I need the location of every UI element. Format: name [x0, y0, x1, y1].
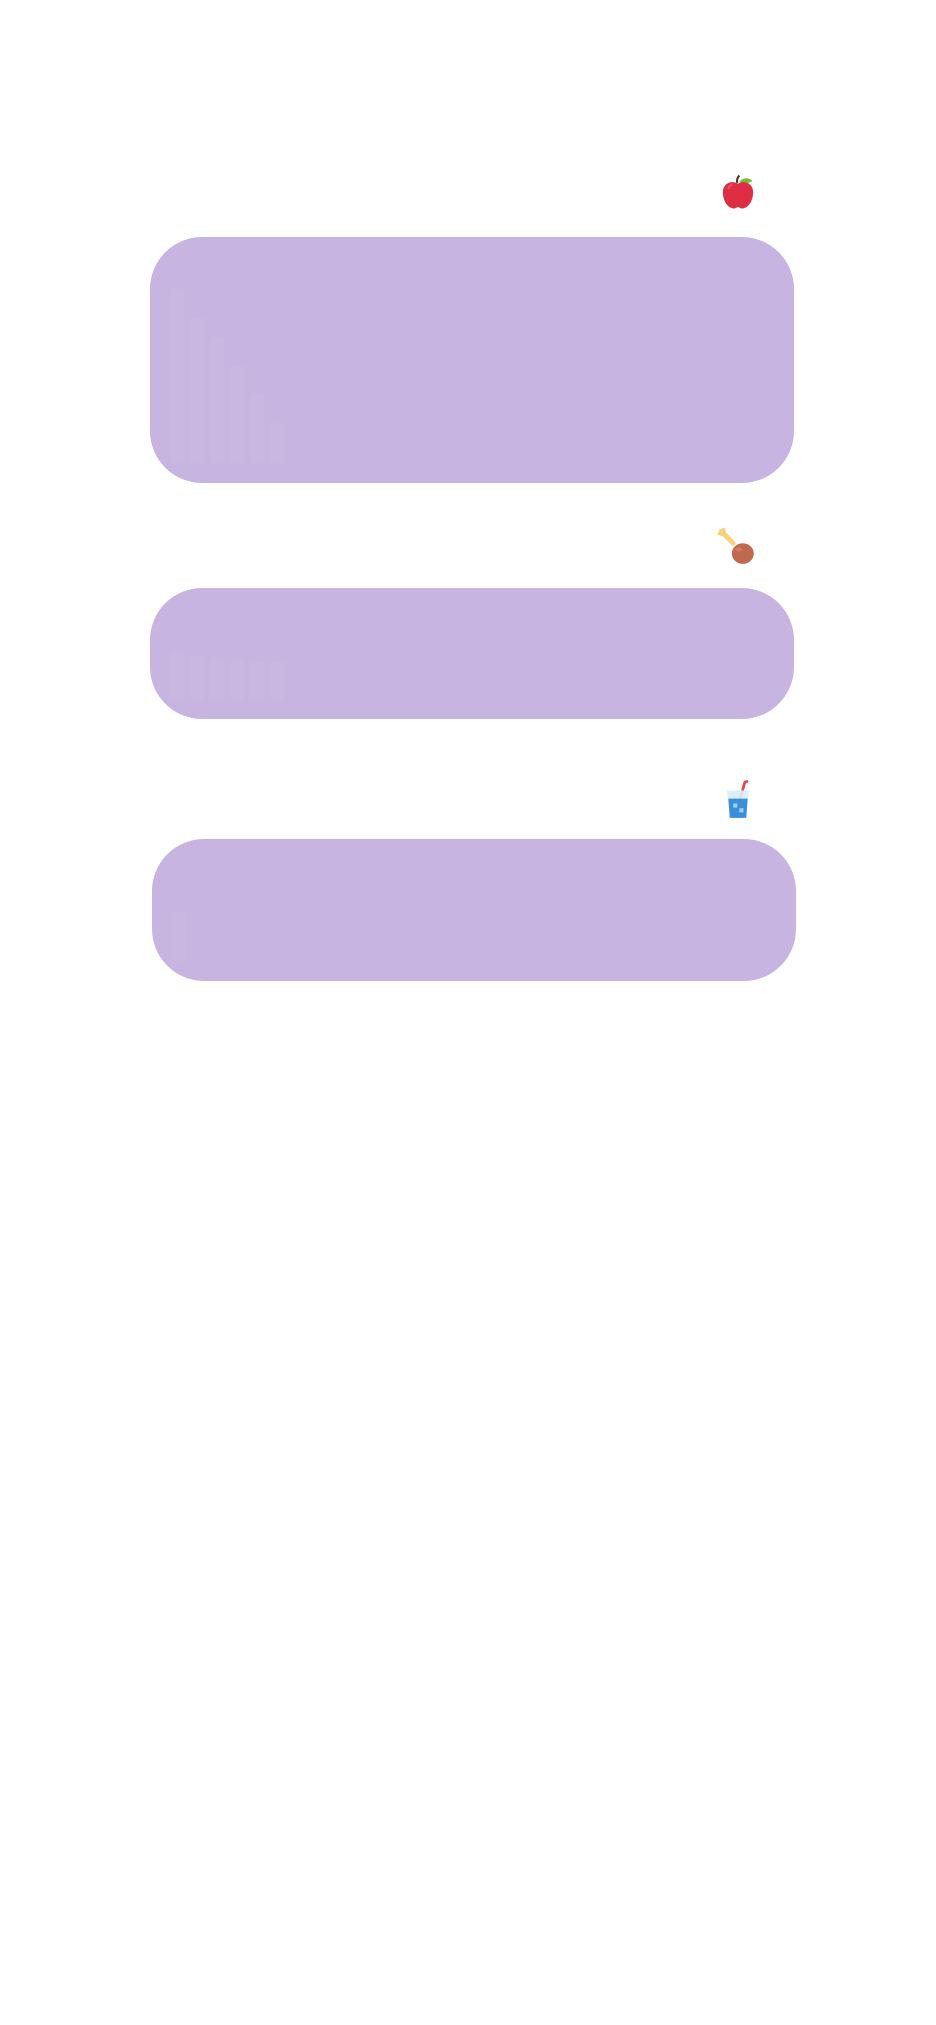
fruit-bars [170, 261, 774, 463]
fruit-bar [170, 289, 184, 463]
fruit-bar [250, 394, 264, 463]
drink-bar [172, 912, 186, 961]
protein-bars [170, 612, 774, 699]
drink-card [152, 839, 796, 981]
chicken-leg-icon [717, 527, 754, 564]
protein-bar [170, 652, 184, 699]
drink-bars [172, 863, 776, 961]
protein-bar [270, 662, 284, 699]
protein-card [150, 588, 794, 719]
protein-bar [190, 655, 204, 699]
fruit-card [150, 237, 794, 483]
protein-bar [250, 661, 264, 699]
fruit-bar [210, 337, 224, 463]
protein-bar [210, 658, 224, 699]
fruit-bar [270, 422, 284, 463]
apple-icon [722, 174, 754, 209]
protein-bar [230, 660, 244, 699]
drink-glass-icon [727, 780, 749, 818]
fruit-bar [230, 366, 244, 463]
fruit-bar [190, 317, 204, 463]
